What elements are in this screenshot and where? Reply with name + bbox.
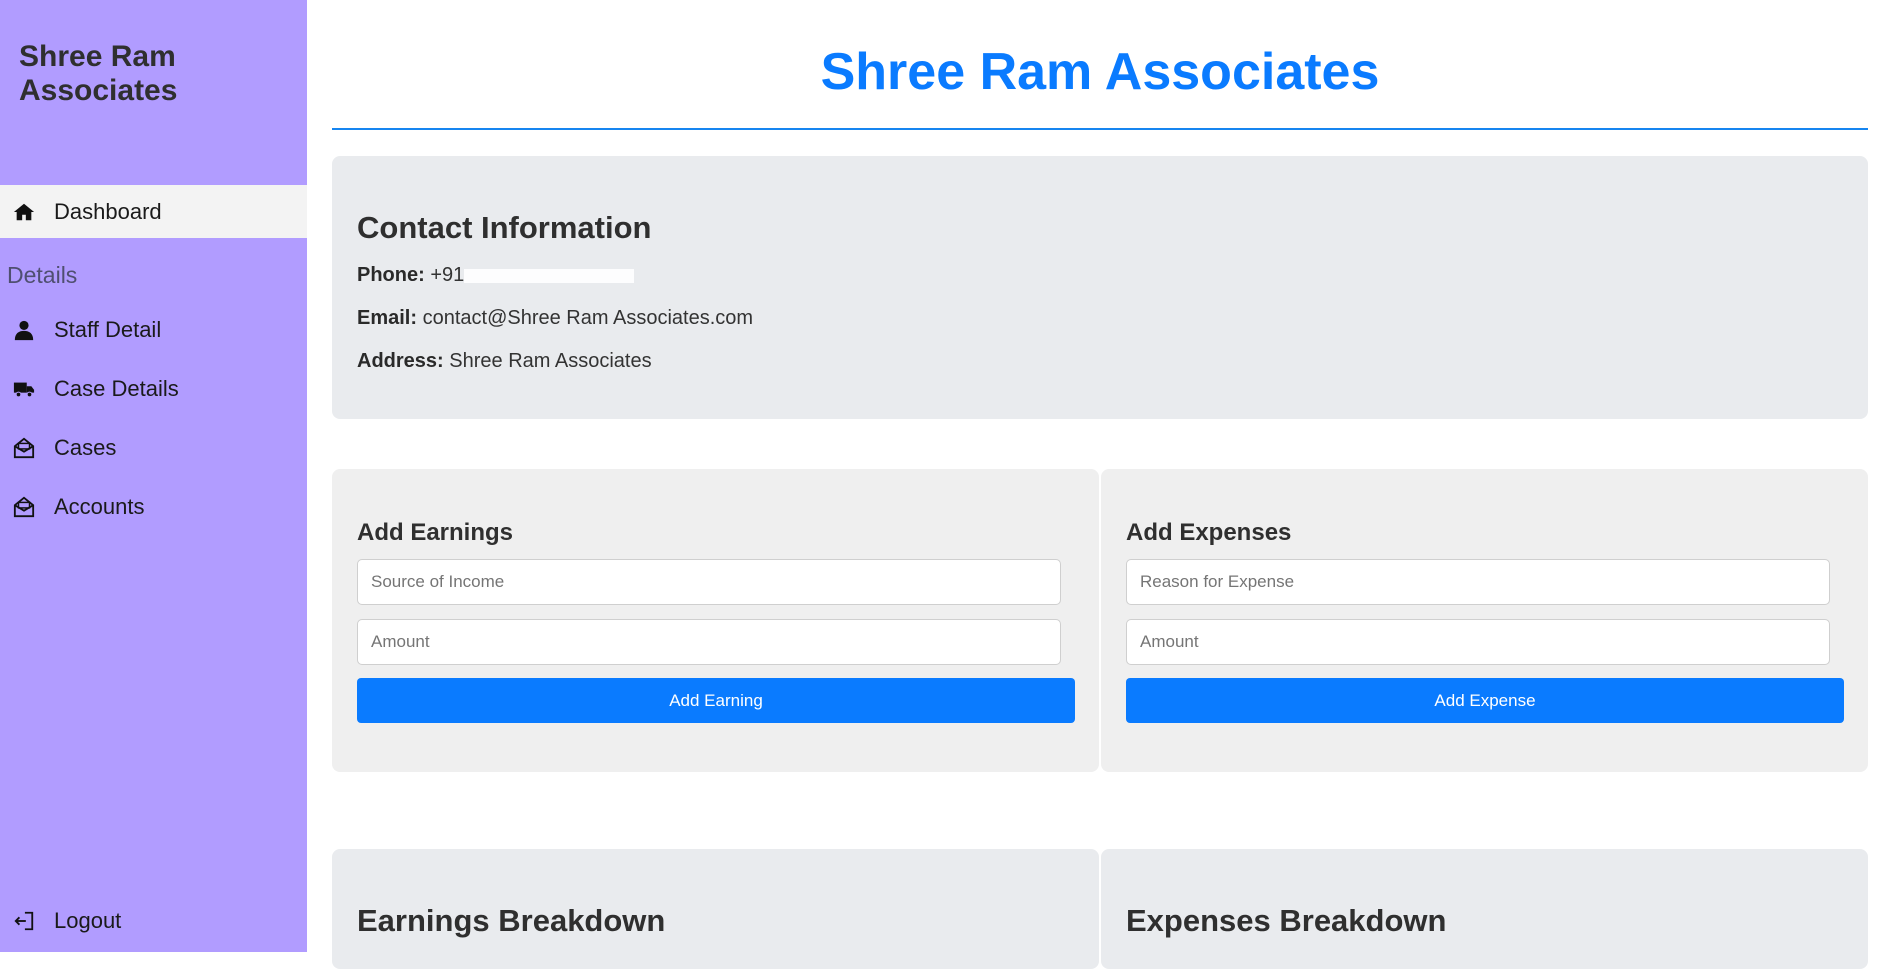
sidebar-item-dashboard[interactable]: Dashboard — [0, 185, 307, 238]
email-label: Email: — [357, 307, 418, 329]
source-of-income-input[interactable] — [357, 559, 1061, 605]
sign-out-icon — [12, 909, 36, 933]
add-expenses-title: Add Expenses — [1126, 519, 1292, 546]
add-earning-button[interactable]: Add Earning — [357, 678, 1075, 723]
sidebar-item-case-details[interactable]: Case Details — [0, 362, 307, 415]
add-expenses-card: Add Expenses Add Expense — [1101, 469, 1868, 772]
truck-icon — [12, 377, 36, 401]
user-icon — [12, 318, 36, 342]
contact-address: Address: Shree Ram Associates — [357, 350, 652, 373]
sidebar-item-staff-detail[interactable]: Staff Detail — [0, 303, 307, 356]
earnings-breakdown-title: Earnings Breakdown — [357, 903, 666, 938]
sidebar-section-label: Details — [7, 262, 78, 288]
sidebar-brand: Shree Ram Associates — [19, 40, 178, 107]
contact-title: Contact Information — [357, 210, 652, 245]
earning-amount-input[interactable] — [357, 619, 1061, 665]
email-value: contact@Shree Ram Associates.com — [422, 307, 754, 329]
home-icon — [12, 200, 36, 224]
sidebar-item-label: Case Details — [54, 375, 179, 401]
reason-for-expense-input[interactable] — [1126, 559, 1830, 605]
add-earnings-title: Add Earnings — [357, 519, 514, 546]
expenses-breakdown-card: Expenses Breakdown — [1101, 849, 1868, 969]
add-earnings-card: Add Earnings Add Earning — [332, 469, 1099, 772]
contact-email: Email: contact@Shree Ram Associates.com — [357, 307, 753, 330]
expense-amount-input[interactable] — [1126, 619, 1830, 665]
envelope-open-icon — [12, 436, 36, 460]
sidebar-item-cases[interactable]: Cases — [0, 421, 307, 474]
title-divider — [332, 128, 1868, 130]
sidebar: Shree Ram Associates Dashboard Details S… — [0, 0, 307, 952]
address-label: Address: — [357, 350, 444, 372]
sidebar-item-label: Dashboard — [54, 198, 162, 224]
phone-label: Phone: — [357, 264, 425, 286]
expenses-breakdown-title: Expenses Breakdown — [1126, 903, 1447, 938]
sidebar-item-label: Staff Detail — [54, 316, 162, 342]
sidebar-item-label: Logout — [54, 907, 122, 933]
sidebar-item-label: Cases — [54, 434, 117, 460]
redaction-mark — [464, 268, 635, 283]
sidebar-item-accounts[interactable]: Accounts — [0, 480, 307, 533]
address-value: Shree Ram Associates — [449, 350, 652, 372]
phone-value: +91 — [430, 264, 465, 286]
sidebar-item-logout[interactable]: Logout — [0, 894, 307, 947]
contact-card: Contact Information Phone: +91 Email: co… — [332, 156, 1868, 419]
contact-phone: Phone: +91 — [357, 264, 635, 287]
earnings-breakdown-card: Earnings Breakdown — [332, 849, 1099, 969]
sidebar-item-label: Accounts — [54, 493, 145, 519]
envelope-open-icon — [12, 495, 36, 519]
page-title: Shree Ram Associates — [820, 43, 1380, 101]
add-expense-button[interactable]: Add Expense — [1126, 678, 1844, 723]
